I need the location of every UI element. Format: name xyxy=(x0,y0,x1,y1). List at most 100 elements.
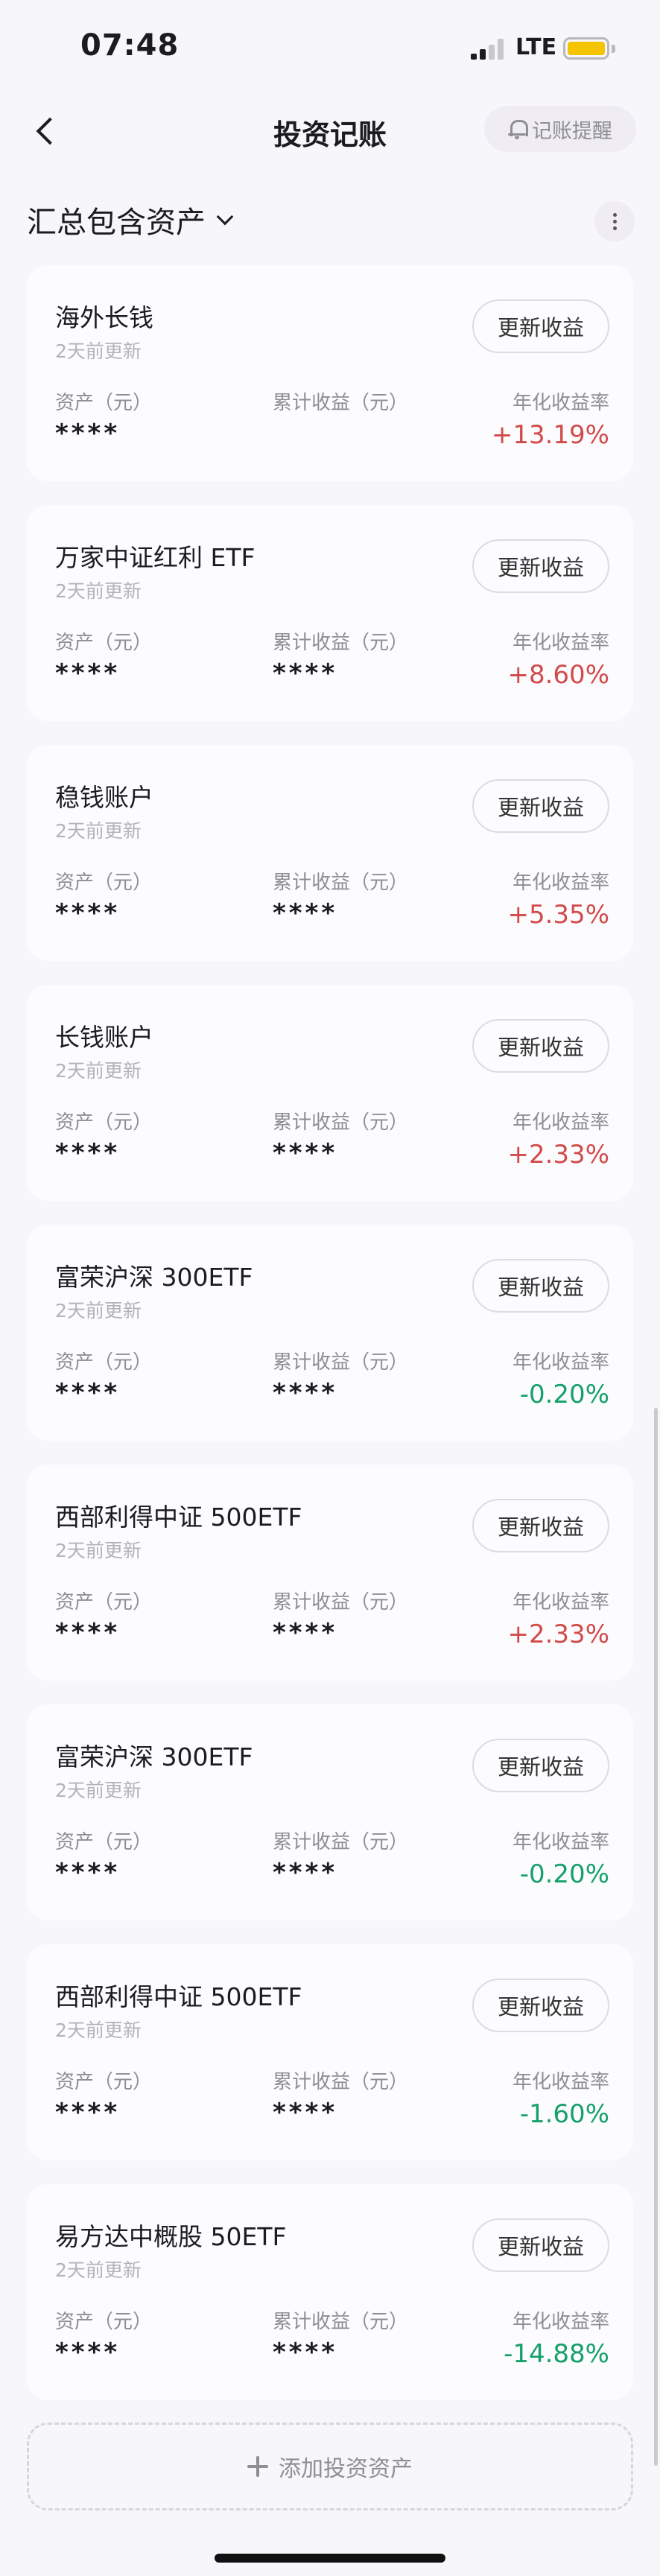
asset-name: 海外长钱 xyxy=(55,303,153,332)
status-time: 07:48 xyxy=(80,28,180,63)
assets-value: **** xyxy=(55,1138,121,1168)
update-earnings-button[interactable]: 更新收益 xyxy=(472,539,609,593)
home-indicator[interactable] xyxy=(215,2554,445,2563)
asset-card[interactable]: 西部利得中证 500ETF 2天前更新 更新收益资产（元） 累计收益（元） 年化收益率 *… xyxy=(27,1944,633,2160)
cumulative-value: **** xyxy=(273,1858,338,1888)
nav-bar: 投资记账 记账提醒 xyxy=(0,97,660,179)
asset-updated: 2天前更新 xyxy=(55,1300,142,1322)
cumulative-value: **** xyxy=(273,898,338,928)
assets-value: **** xyxy=(55,2098,121,2128)
summary-label: 汇总包含资产 xyxy=(27,206,206,240)
status-bar: 07:48 LTE xyxy=(0,0,660,97)
assets-label: 资产（元） xyxy=(55,1831,153,1853)
annualized-label: 年化收益率 xyxy=(512,2311,609,2333)
assets-label: 资产（元） xyxy=(55,632,153,654)
assets-label: 资产（元） xyxy=(55,2311,153,2333)
cumulative-label: 累计收益（元） xyxy=(273,1591,409,1614)
update-earnings-button[interactable]: 更新收益 xyxy=(472,1499,609,1552)
annualized-rate: +5.35% xyxy=(507,900,610,930)
annualized-rate: -0.20% xyxy=(519,1859,609,1889)
assets-value: **** xyxy=(55,1858,121,1888)
more-options-button[interactable] xyxy=(594,201,635,241)
annualized-label: 年化收益率 xyxy=(512,632,609,654)
asset-card[interactable]: 富荣沪深 300ETF 2天前更新 更新收益资产（元） 累计收益（元） 年化收益率 ***… xyxy=(27,1704,633,1920)
assets-value: **** xyxy=(55,898,121,928)
annualized-label: 年化收益率 xyxy=(512,1831,609,1853)
annualized-rate: +2.33% xyxy=(507,1619,610,1649)
scrollbar[interactable] xyxy=(654,1408,658,2466)
asset-name: 富荣沪深 300ETF xyxy=(55,1263,253,1292)
asset-updated: 2天前更新 xyxy=(55,2020,142,2041)
asset-card[interactable]: 稳钱账户 2天前更新 更新收益 资产（元） 累计收益（元） 年化收益率 **** **** +5… xyxy=(27,745,633,961)
annualized-label: 年化收益率 xyxy=(512,1591,609,1614)
annualized-rate: -1.60% xyxy=(519,2099,609,2129)
asset-updated: 2天前更新 xyxy=(55,2259,142,2281)
asset-card[interactable]: 西部利得中证 500ETF 2天前更新 更新收益资产（元） 累计收益（元） 年化收益率 *… xyxy=(27,1465,633,1681)
add-asset-button[interactable]: 添加投资资产 xyxy=(27,2423,633,2510)
cumulative-label: 累计收益（元） xyxy=(273,632,409,654)
asset-card[interactable]: 易方达中概股 50ETF 2天前更新 更新收益 资产（元） 累计收益（元） 年化收益率 **… xyxy=(27,2184,633,2400)
cumulative-label: 累计收益（元） xyxy=(273,2311,409,2333)
asset-card[interactable]: 海外长钱 2天前更新 更新收益 资产（元） 累计收益（元） 年化收益率 **** +13.19… xyxy=(27,265,633,481)
assets-label: 资产（元） xyxy=(55,1591,153,1614)
asset-card[interactable]: 万家中证红利 ETF 2天前更新 更新收益资产（元） 累计收益（元） 年化收益率 ****… xyxy=(27,505,633,721)
asset-name: 长钱账户 xyxy=(55,1023,153,1052)
assets-label: 资产（元） xyxy=(55,1351,153,1374)
update-earnings-button[interactable]: 更新收益 xyxy=(472,299,609,353)
asset-updated: 2天前更新 xyxy=(55,1780,142,1801)
assets-value: **** xyxy=(55,659,121,688)
assets-value: **** xyxy=(55,1378,121,1408)
cumulative-label: 累计收益（元） xyxy=(273,2071,409,2093)
assets-value: **** xyxy=(55,419,121,448)
bell-icon xyxy=(508,118,528,139)
annualized-rate: +13.19% xyxy=(491,420,609,450)
reminder-label: 记账提醒 xyxy=(532,119,612,143)
update-earnings-button[interactable]: 更新收益 xyxy=(472,779,609,833)
annualized-label: 年化收益率 xyxy=(512,1111,609,1134)
annualized-rate: +2.33% xyxy=(507,1140,610,1170)
asset-card-list: 海外长钱 2天前更新 更新收益 资产（元） 累计收益（元） 年化收益率 **** +13.19… xyxy=(27,265,633,2424)
chevron-down-icon xyxy=(216,208,234,226)
annualized-label: 年化收益率 xyxy=(512,2071,609,2093)
cumulative-value: **** xyxy=(273,2098,338,2128)
asset-name: 西部利得中证 500ETF xyxy=(55,1982,302,2011)
asset-updated: 2天前更新 xyxy=(55,1060,142,1082)
annualized-label: 年化收益率 xyxy=(512,872,609,894)
assets-label: 资产（元） xyxy=(55,2071,153,2093)
asset-updated: 2天前更新 xyxy=(55,340,142,362)
annualized-rate: -0.20% xyxy=(519,1380,609,1409)
asset-card[interactable]: 富荣沪深 300ETF 2天前更新 更新收益资产（元） 累计收益（元） 年化收益率 ***… xyxy=(27,1225,633,1441)
update-earnings-button[interactable]: 更新收益 xyxy=(472,1979,609,2032)
annualized-label: 年化收益率 xyxy=(512,1351,609,1374)
asset-card[interactable]: 长钱账户 2天前更新 更新收益资产（元） 累计收益（元） 年化收益率 **** **** +2… xyxy=(27,985,633,1201)
update-earnings-button[interactable]: 更新收益 xyxy=(472,1739,609,1792)
annualized-rate: +8.60% xyxy=(507,660,610,690)
update-earnings-button[interactable]: 更新收益 xyxy=(472,1259,609,1313)
plus-icon xyxy=(247,2456,268,2477)
asset-name: 稳钱账户 xyxy=(55,783,153,812)
asset-updated: 2天前更新 xyxy=(55,580,142,602)
assets-value: **** xyxy=(55,1618,121,1648)
asset-name: 万家中证红利 ETF xyxy=(55,543,256,572)
update-earnings-button[interactable]: 更新收益 xyxy=(472,1019,609,1073)
update-earnings-button[interactable]: 更新收益 xyxy=(472,2218,609,2272)
reminder-button[interactable]: 记账提醒 xyxy=(484,106,636,152)
asset-updated: 2天前更新 xyxy=(55,820,142,842)
cumulative-label: 累计收益（元） xyxy=(273,1111,409,1134)
battery-cap xyxy=(612,45,615,53)
signal-icon xyxy=(471,39,507,60)
asset-name: 西部利得中证 500ETF xyxy=(55,1503,302,1532)
annualized-label: 年化收益率 xyxy=(512,392,609,414)
cumulative-label: 累计收益（元） xyxy=(273,1831,409,1853)
cumulative-label: 累计收益（元） xyxy=(273,392,409,414)
assets-value: **** xyxy=(55,2338,121,2367)
asset-updated: 2天前更新 xyxy=(55,1540,142,1561)
cumulative-value: **** xyxy=(273,1618,338,1648)
assets-label: 资产（元） xyxy=(55,1111,153,1134)
cumulative-label: 累计收益（元） xyxy=(273,1351,409,1374)
cumulative-label: 累计收益（元） xyxy=(273,872,409,894)
cumulative-value: **** xyxy=(273,1138,338,1168)
battery-icon xyxy=(563,37,609,60)
asset-name: 富荣沪深 300ETF xyxy=(55,1742,253,1771)
summary-selector[interactable]: 汇总包含资产 xyxy=(27,198,234,241)
